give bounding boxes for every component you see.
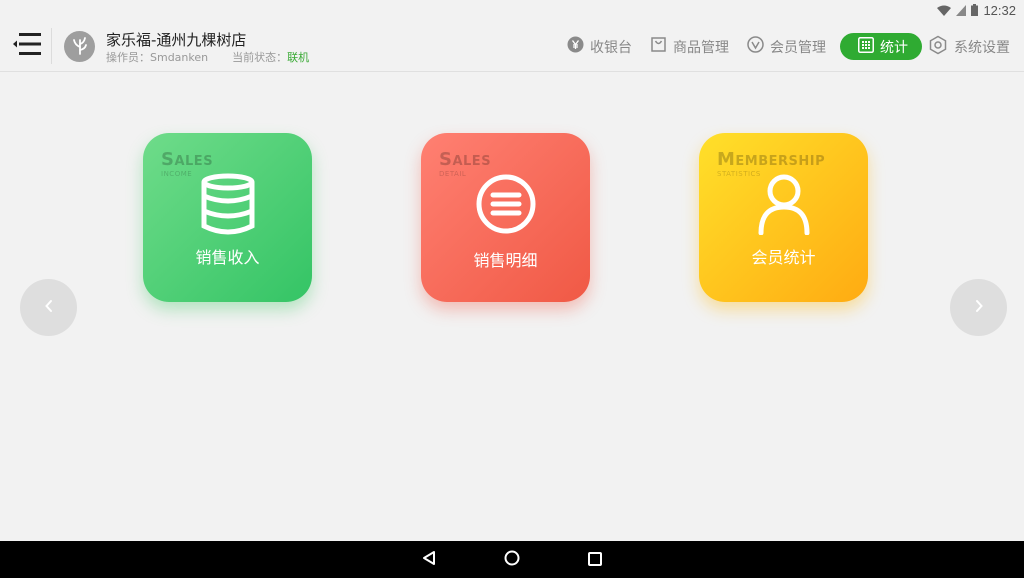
connection-status: 联机 [287,51,310,64]
nav-statistics[interactable]: 统计 [840,33,922,60]
member-statistics-tile[interactable]: Membership STATISTICS 会员统计 [699,133,868,302]
recent-apps-button[interactable] [585,550,605,570]
nav-statistics-label: 统计 [880,39,908,56]
operator-label: 操作员： [106,51,150,64]
back-triangle-icon [422,550,436,570]
nav-products-label: 商品管理 [673,39,729,56]
home-circle-icon [504,550,520,570]
tree-icon [71,35,89,59]
nav-products[interactable]: 商品管理 [650,33,729,60]
tile-watermark: Sales [439,149,492,170]
menu-button[interactable] [10,31,44,61]
store-logo [64,31,95,62]
member-statistics-label: 会员统计 [751,248,816,267]
state-label: 当前状态： [232,51,288,64]
sales-income-label: 销售收入 [195,248,260,267]
home-button[interactable] [502,550,522,570]
v-circle-icon [747,36,764,57]
back-button[interactable] [419,550,439,570]
next-page-button[interactable] [950,279,1007,336]
signal-icon [956,1,967,20]
recent-square-icon [588,551,602,570]
top-nav: 收银台 商品管理 会员管理 统计 系统设置 [549,33,1010,60]
list-circle-icon [421,173,590,237]
shopping-bag-icon [650,36,667,57]
system-nav-bar [0,541,1024,578]
nav-members-label: 会员管理 [770,39,826,56]
wifi-icon [937,1,952,20]
sales-income-tile[interactable]: Sales INCOME 销售收入 [143,133,312,302]
nav-cashier[interactable]: 收银台 [567,33,632,60]
prev-page-button[interactable] [20,279,77,336]
nav-cashier-label: 收银台 [590,39,632,56]
status-bar: 12:32 [0,0,1024,20]
app-header: 家乐福-通州九棵树店 操作员：Smdanken 当前状态：联机 收银台 商品管理 [0,20,1024,72]
hamburger-icon [12,32,42,60]
clock: 12:32 [983,2,1016,18]
hexagon-gear-icon [928,35,948,59]
statistics-panel: Sales INCOME 销售收入 Sales DETAIL 销售明细 Memb… [0,72,1024,541]
user-icon [699,173,868,237]
battery-icon [971,1,979,20]
grid-calculator-icon [858,36,874,57]
sales-detail-label: 销售明细 [473,251,538,270]
tile-watermark: Sales [161,149,214,170]
sales-detail-tile[interactable]: Sales DETAIL 销售明细 [421,133,590,302]
nav-members[interactable]: 会员管理 [747,33,826,60]
status-icons: 12:32 [937,2,1016,18]
store-name: 家乐福-通州九棵树店 [106,31,247,49]
nav-settings-label: 系统设置 [954,39,1010,56]
chevron-right-icon [974,298,984,317]
operator-name: Smdanken [150,51,209,64]
chevron-left-icon [44,298,54,317]
tile-watermark: Membership [717,149,826,170]
database-icon [143,173,312,237]
yen-circle-icon [567,36,584,57]
nav-settings[interactable]: 系统设置 [928,33,1010,60]
operator-info: 操作员：Smdanken 当前状态：联机 [106,49,309,65]
header-divider [51,28,52,64]
